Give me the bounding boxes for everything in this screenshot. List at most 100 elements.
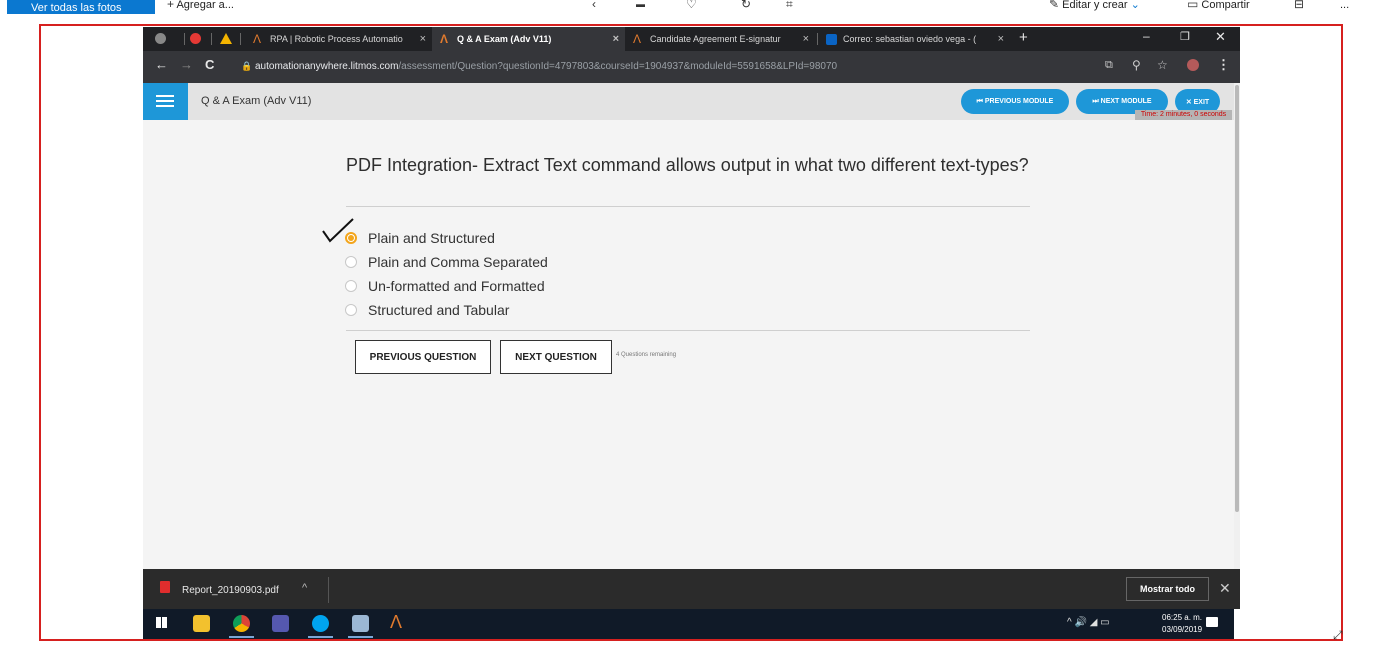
tab-label: Correo: sebastian oviedo vega - ( xyxy=(843,34,977,44)
automation-anywhere-icon: Ʌ xyxy=(440,32,449,46)
close-window-icon[interactable]: ✕ xyxy=(1215,29,1226,45)
show-all-downloads-button[interactable]: Mostrar todo xyxy=(1126,577,1209,601)
option-label: Un-formatted and Formatted xyxy=(368,278,545,294)
back-icon[interactable]: ← xyxy=(155,57,168,72)
tab-label: RPA | Robotic Process Automatio xyxy=(270,34,403,44)
crop-icon[interactable]: ⌗ xyxy=(786,0,793,10)
view-all-photos-label: Ver todas las fotos xyxy=(31,2,122,14)
automation-anywhere-icon: Ʌ xyxy=(633,32,642,46)
next-question-button[interactable]: NEXT QUESTION xyxy=(500,340,612,374)
tab-separator xyxy=(184,33,185,45)
exam-title: Q & A Exam (Adv V11) xyxy=(201,95,312,107)
answer-option[interactable]: Plain and Comma Separated xyxy=(345,253,548,271)
forward-icon[interactable]: → xyxy=(180,57,193,72)
radio-button[interactable] xyxy=(345,304,357,316)
print-icon[interactable]: ⊟ xyxy=(1294,0,1304,10)
favorite-icon[interactable]: ♡ xyxy=(686,0,697,10)
chevron-up-icon[interactable]: ^ xyxy=(302,582,307,594)
minimize-icon[interactable]: – xyxy=(1143,29,1150,43)
url-host: automationanywhere.litmos.com xyxy=(255,61,399,72)
restore-icon[interactable]: ❐ xyxy=(1180,30,1190,43)
divider xyxy=(346,206,1030,207)
url-field[interactable]: automationanywhere.litmos.com/assessment… xyxy=(255,61,837,72)
translate-icon[interactable]: ⧉ xyxy=(1105,59,1113,72)
delete-icon[interactable]: ▬ xyxy=(636,0,645,9)
new-tab-icon[interactable]: + xyxy=(1019,29,1028,46)
answer-option[interactable]: Un-formatted and Formatted xyxy=(345,277,545,295)
google-drive-icon[interactable] xyxy=(220,33,232,44)
hamburger-menu-button[interactable] xyxy=(143,83,188,120)
more-options-button[interactable]: ... xyxy=(1340,0,1349,13)
previous-module-button[interactable]: ⏮ PREVIOUS MODULE xyxy=(961,89,1069,114)
share-button[interactable]: ▭ Compartir xyxy=(1187,0,1250,13)
downloads-bar xyxy=(143,569,1240,609)
url-path: /assessment/Question?questionId=4797803&… xyxy=(398,61,838,72)
windows-start-icon[interactable] xyxy=(156,617,167,628)
teams-icon[interactable] xyxy=(272,615,289,632)
system-tray-icons[interactable]: ^ 🔊 ◢ ▭ xyxy=(1067,617,1110,628)
close-tab-icon[interactable]: × xyxy=(420,33,426,45)
automation-anywhere-icon: Ʌ xyxy=(253,32,262,46)
close-downloads-icon[interactable]: ✕ xyxy=(1219,580,1231,597)
tab-separator xyxy=(240,33,241,45)
pdf-file-icon xyxy=(160,581,170,593)
question-text: PDF Integration- Extract Text command al… xyxy=(346,155,1029,175)
answer-option[interactable]: Plain and Structured xyxy=(345,229,495,247)
tab-separator xyxy=(211,33,212,45)
close-tab-icon[interactable]: × xyxy=(803,33,809,45)
lock-icon: 🔒 xyxy=(241,61,253,71)
menu-kebab-icon[interactable]: ⋮ xyxy=(1217,57,1230,73)
previous-question-button[interactable]: PREVIOUS QUESTION xyxy=(355,340,491,374)
radio-button[interactable] xyxy=(345,256,357,268)
option-label: Structured and Tabular xyxy=(368,302,510,318)
active-app-indicator xyxy=(308,636,333,638)
plus-icon: + xyxy=(167,0,175,11)
scrollbar-thumb[interactable] xyxy=(1235,85,1239,512)
questions-remaining: 4 Questions remaining xyxy=(616,352,677,358)
tab-outlook-mail[interactable]: Correo: sebastian oviedo vega - ( × xyxy=(818,27,1010,51)
tab-qa-exam[interactable]: Ʌ Q & A Exam (Adv V11) × xyxy=(432,27,625,51)
close-tab-icon[interactable]: × xyxy=(613,33,619,45)
answer-option[interactable]: Structured and Tabular xyxy=(345,301,509,319)
file-explorer-icon[interactable] xyxy=(193,615,210,632)
tab-rpa[interactable]: Ʌ RPA | Robotic Process Automatio × xyxy=(245,27,432,51)
taskbar-clock[interactable]: 06:25 a. m. 03/09/2019 xyxy=(1162,612,1202,636)
chevron-down-icon: ⌄ xyxy=(1130,0,1140,11)
download-file-name[interactable]: Report_20190903.pdf xyxy=(182,585,279,596)
chrome-app-icon[interactable] xyxy=(155,33,166,44)
hamburger-icon xyxy=(156,95,174,97)
timer-display: Time: 2 minutes, 0 seconds xyxy=(1135,110,1232,120)
view-all-photos-button[interactable]: Ver todas las fotos xyxy=(7,0,155,14)
bookmark-star-icon[interactable]: ☆ xyxy=(1157,58,1168,72)
resize-corner-icon[interactable]: ⤢ xyxy=(1333,628,1343,643)
tab-label: Candidate Agreement E-signatur xyxy=(650,34,781,44)
skype-icon[interactable] xyxy=(312,615,329,632)
tab-label: Q & A Exam (Adv V11) xyxy=(457,34,552,44)
active-app-indicator xyxy=(229,636,254,638)
automation-anywhere-taskbar-icon[interactable]: Ʌ xyxy=(390,612,402,633)
rotate-icon[interactable]: ↻ xyxy=(741,0,751,10)
chrome-taskbar-icon[interactable] xyxy=(233,615,250,632)
edit-create-label: Editar y crear xyxy=(1062,0,1128,11)
divider xyxy=(346,330,1030,331)
zoom-icon[interactable]: ⚲ xyxy=(1132,58,1141,72)
youtube-music-icon[interactable] xyxy=(190,33,201,44)
share-icon: ▭ xyxy=(1187,0,1199,11)
notifications-icon[interactable] xyxy=(1206,617,1218,627)
edit-create-button[interactable]: ✎ Editar y crear ⌄ xyxy=(1049,0,1140,13)
notepad-icon[interactable] xyxy=(352,615,369,632)
radio-button-selected[interactable] xyxy=(345,232,357,244)
option-label: Plain and Structured xyxy=(368,230,495,246)
clock-time: 06:25 a. m. xyxy=(1162,613,1203,622)
profile-avatar[interactable] xyxy=(1187,59,1199,71)
tab-candidate-agreement[interactable]: Ʌ Candidate Agreement E-signatur × xyxy=(625,27,815,51)
divider xyxy=(328,577,329,603)
option-label: Plain and Comma Separated xyxy=(368,254,548,270)
radio-button[interactable] xyxy=(345,280,357,292)
back-arrow-icon[interactable]: ‹ xyxy=(592,0,596,10)
close-tab-icon[interactable]: × xyxy=(998,33,1004,45)
add-to-button[interactable]: + Agregar a... xyxy=(167,0,234,13)
reload-icon[interactable]: C xyxy=(205,57,214,72)
hamburger-icon xyxy=(156,105,174,107)
add-to-label: Agregar a... xyxy=(176,0,234,11)
